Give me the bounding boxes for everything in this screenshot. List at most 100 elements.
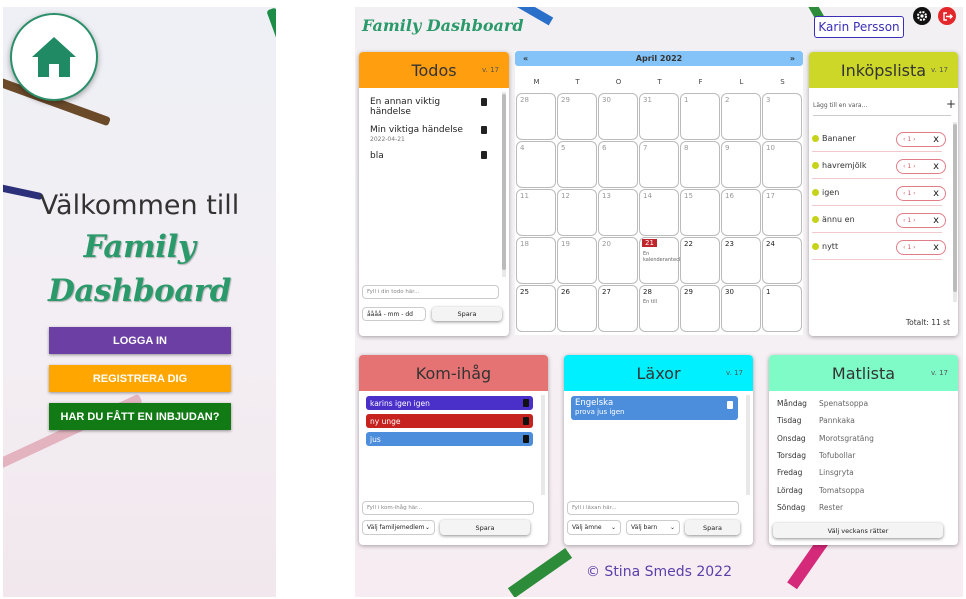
calendar-day[interactable]: 29 <box>557 93 597 140</box>
calendar-day[interactable]: 30 <box>598 93 638 140</box>
calendar-day[interactable]: 30 <box>721 285 761 332</box>
calendar-day[interactable]: 13 <box>598 189 638 236</box>
scrollbar[interactable] <box>541 395 545 495</box>
calendar-day[interactable]: 1 <box>762 285 802 332</box>
inkop-add-button[interactable]: + <box>946 97 956 111</box>
inkop-item[interactable]: nytt ‹ 1 › x <box>812 234 946 260</box>
remove-item-button[interactable]: x <box>933 242 939 253</box>
laxa-child-select[interactable]: Välj barn ⌄ <box>626 520 680 535</box>
quantity-stepper[interactable]: ‹ 1 › x <box>896 132 946 147</box>
calendar-day[interactable]: 11 <box>516 189 556 236</box>
calendar-day[interactable]: 14 <box>639 189 679 236</box>
kom-member-select[interactable]: Välj familjemedlem ⌄ <box>362 520 435 535</box>
calendar-day[interactable]: 15 <box>680 189 720 236</box>
quantity-stepper[interactable]: ‹ 1 › x <box>896 213 946 228</box>
calendar-event[interactable]: En till <box>643 299 679 305</box>
trash-icon[interactable] <box>523 417 529 425</box>
calendar-day[interactable]: 19 <box>557 237 597 284</box>
calendar-day[interactable]: 29 <box>680 285 720 332</box>
calendar-next-button[interactable]: » <box>790 54 795 63</box>
decrease-button[interactable]: ‹ <box>903 244 905 251</box>
calendar-day[interactable]: 17 <box>762 189 802 236</box>
calendar-day[interactable]: 28 En till <box>639 285 679 332</box>
todo-date-input[interactable]: åååå - mm - dd <box>362 307 426 321</box>
home-button[interactable] <box>10 13 98 101</box>
logout-button[interactable] <box>938 7 956 25</box>
calendar-day[interactable]: 22 <box>680 237 720 284</box>
quantity-stepper[interactable]: ‹ 1 › x <box>896 159 946 174</box>
login-button[interactable]: LOGGA IN <box>49 327 231 354</box>
trash-icon[interactable] <box>481 126 487 134</box>
remove-item-button[interactable]: x <box>933 215 939 226</box>
calendar-day[interactable]: 21 En kalenderanteckning <box>639 237 693 284</box>
calendar-day[interactable]: 3 <box>762 93 802 140</box>
calendar-day[interactable]: 23 <box>721 237 761 284</box>
remove-item-button[interactable]: x <box>933 188 939 199</box>
inkop-item[interactable]: igen ‹ 1 › x <box>812 180 946 206</box>
kom-item[interactable]: karins igen igen <box>366 396 533 410</box>
calendar-day[interactable]: 6 <box>598 141 638 188</box>
increase-button[interactable]: › <box>913 244 915 251</box>
calendar-day[interactable]: 18 <box>516 237 556 284</box>
calendar-day[interactable]: 5 <box>557 141 597 188</box>
calendar-day[interactable]: 24 <box>762 237 802 284</box>
trash-icon[interactable] <box>481 98 487 106</box>
invite-button[interactable]: HAR DU FÅTT EN INBJUDAN? <box>49 403 231 430</box>
calendar-day[interactable]: 7 <box>639 141 679 188</box>
decrease-button[interactable]: ‹ <box>903 217 905 224</box>
choose-meals-button[interactable]: Välj veckans rätter <box>773 523 943 538</box>
calendar-prev-button[interactable]: « <box>523 54 528 63</box>
calendar-day[interactable]: 16 <box>721 189 761 236</box>
increase-button[interactable]: › <box>913 217 915 224</box>
trash-icon[interactable] <box>727 401 733 409</box>
decrease-button[interactable]: ‹ <box>903 163 905 170</box>
calendar-day[interactable]: 8 <box>680 141 720 188</box>
calendar-day[interactable]: 4 <box>516 141 556 188</box>
laxa-input[interactable]: Fyll i läxan här... <box>567 501 739 515</box>
calendar-day[interactable]: 26 <box>557 285 597 332</box>
kom-save-button[interactable]: Spara <box>440 520 530 535</box>
trash-icon[interactable] <box>523 399 529 407</box>
inkop-item[interactable]: Bananer ‹ 1 › x <box>812 126 946 152</box>
inkop-input[interactable]: Lägg till en vara... <box>813 102 867 109</box>
calendar-event[interactable]: En kalenderanteckning <box>643 251 693 263</box>
decrease-button[interactable]: ‹ <box>903 136 905 143</box>
calendar-day[interactable]: 2 <box>721 93 761 140</box>
kom-item[interactable]: ny unge <box>366 414 533 428</box>
user-name-button[interactable]: Karin Persson <box>814 16 904 38</box>
calendar-day[interactable]: 25 <box>516 285 556 332</box>
calendar-day[interactable]: 9 <box>721 141 761 188</box>
kom-input[interactable]: Fyll i kom-ihåg här... <box>362 501 534 515</box>
laxa-item[interactable]: Engelska prova jus igen <box>571 396 738 420</box>
remove-item-button[interactable]: x <box>933 134 939 145</box>
calendar-day[interactable]: 10 <box>762 141 802 188</box>
calendar-day[interactable]: 27 <box>598 285 638 332</box>
trash-icon[interactable] <box>523 435 529 443</box>
quantity-stepper[interactable]: ‹ 1 › x <box>896 186 946 201</box>
calendar-day[interactable]: 20 <box>598 237 638 284</box>
scrollbar-thumb[interactable] <box>953 124 957 292</box>
todo-save-button[interactable]: Spara <box>432 307 502 321</box>
settings-button[interactable] <box>913 7 931 25</box>
increase-button[interactable]: › <box>913 136 915 143</box>
calendar-day[interactable]: 12 <box>557 189 597 236</box>
todo-item[interactable]: En annan viktig händelse <box>370 97 470 117</box>
calendar-day[interactable]: 1 <box>680 93 720 140</box>
inkop-item[interactable]: havremjölk ‹ 1 › x <box>812 153 946 179</box>
trash-icon[interactable] <box>481 151 487 159</box>
scrollbar[interactable] <box>746 395 750 495</box>
todo-item[interactable]: bla <box>370 151 384 161</box>
todo-input[interactable]: Fyll i din todo här... <box>362 285 499 299</box>
calendar-day[interactable]: 28 <box>516 93 556 140</box>
quantity-stepper[interactable]: ‹ 1 › x <box>896 240 946 255</box>
kom-item[interactable]: jus <box>366 432 533 446</box>
laxa-save-button[interactable]: Spara <box>685 520 740 535</box>
register-button[interactable]: REGISTRERA DIG <box>49 365 231 392</box>
laxa-subject-select[interactable]: Välj ämne ⌄ <box>567 520 621 535</box>
increase-button[interactable]: › <box>913 190 915 197</box>
scrollbar-thumb[interactable] <box>502 94 506 270</box>
decrease-button[interactable]: ‹ <box>903 190 905 197</box>
calendar-day[interactable]: 31 <box>639 93 679 140</box>
remove-item-button[interactable]: x <box>933 161 939 172</box>
todo-item[interactable]: Min viktiga händelse <box>370 125 463 135</box>
